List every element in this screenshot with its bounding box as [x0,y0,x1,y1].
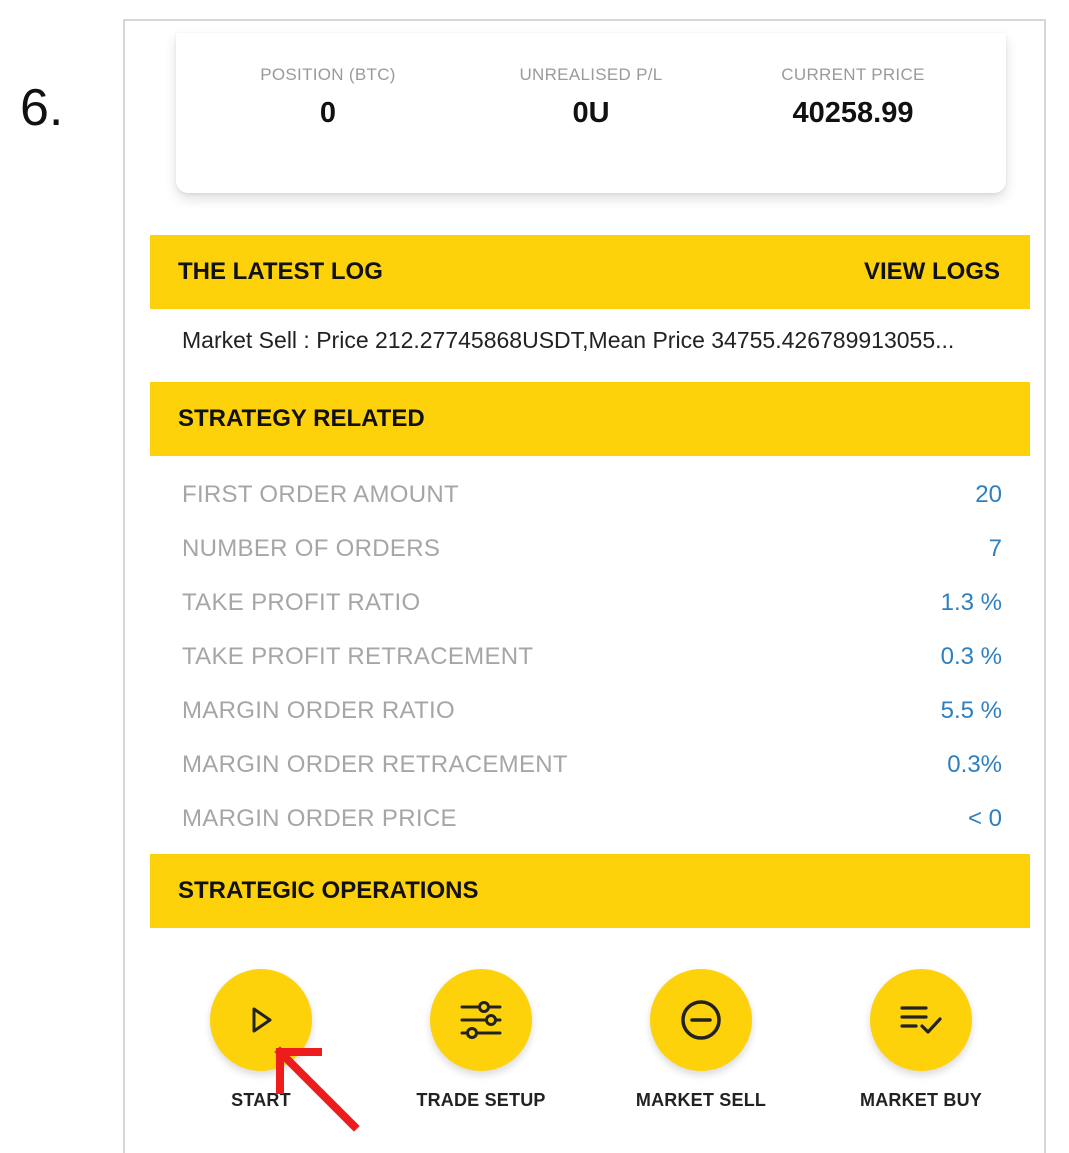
param-label: FIRST ORDER AMOUNT [182,481,459,508]
market-sell-button-label: MARKET SELL [635,1090,767,1110]
position-value: 0 [319,97,337,129]
sliders-icon [460,1001,502,1039]
unrealised-pl-label: UNREALISED P/L [519,65,663,84]
param-value: 0.3% [947,751,1002,778]
market-buy-button-label: MARKET BUY [860,1090,982,1110]
unrealised-pl-value: 0U [572,97,610,129]
market-sell-button-circle[interactable] [650,969,752,1071]
latest-log-title: THE LATEST LOG [178,258,383,285]
position-label: POSITION (BTC) [260,65,396,84]
param-label: TAKE PROFIT RATIO [182,589,421,616]
param-row-take-profit-retracement: TAKE PROFIT RETRACEMENT 0.3 % [182,630,1002,684]
param-row-take-profit-ratio: TAKE PROFIT RATIO 1.3 % [182,576,1002,630]
param-label: NUMBER OF ORDERS [182,535,441,562]
list-check-icon [900,1006,942,1034]
red-arrow-annotation [274,1046,360,1132]
param-row-margin-order-ratio: MARGIN ORDER RATIO 5.5 % [182,684,1002,738]
trade-setup-button-label: TRADE SETUP [416,1090,546,1110]
param-value: 7 [988,535,1002,562]
param-value: 1.3 % [940,589,1002,616]
trade-setup-button-circle[interactable] [430,969,532,1071]
param-row-first-order-amount: FIRST ORDER AMOUNT 20 [182,468,1002,522]
param-label: TAKE PROFIT RETRACEMENT [182,643,534,670]
param-row-margin-order-price: MARGIN ORDER PRICE < 0 [182,792,1002,846]
strategy-related-header: STRATEGY RELATED [150,382,1030,456]
param-row-number-of-orders: NUMBER OF ORDERS 7 [182,522,1002,576]
param-value: 20 [975,481,1002,508]
param-row-margin-order-retracement: MARGIN ORDER RETRACEMENT 0.3% [182,738,1002,792]
strategic-operations-title: STRATEGIC OPERATIONS [178,877,479,904]
current-price-value: 40258.99 [792,97,914,129]
param-value: < 0 [967,805,1002,832]
latest-log-entry: Market Sell : Price 212.27745868USDT,Mea… [182,327,955,353]
latest-log-header: THE LATEST LOG VIEW LOGS [150,235,1030,309]
param-label: MARGIN ORDER RATIO [182,697,455,724]
param-label: MARGIN ORDER PRICE [182,805,457,832]
strategy-param-list: FIRST ORDER AMOUNT 20 NUMBER OF ORDERS 7… [182,468,1002,846]
current-price-label: CURRENT PRICE [781,65,925,84]
view-logs-link[interactable]: VIEW LOGS [864,258,1000,286]
market-sell-button[interactable]: MARKET SELL [591,969,811,1111]
param-value: 0.3 % [940,643,1002,670]
current-price-stat: CURRENT PRICE 40258.99 [723,65,983,130]
unrealised-pl-stat: UNREALISED P/L 0U [461,65,721,130]
app-screen: POSITION (BTC) 0 UNREALISED P/L 0U CURRE… [123,19,1046,1153]
position-stat: POSITION (BTC) 0 [198,65,458,130]
position-summary-card: POSITION (BTC) 0 UNREALISED P/L 0U CURRE… [176,33,1006,193]
minus-circle-icon [681,1000,721,1040]
param-value: 5.5 % [940,697,1002,724]
market-buy-button-circle[interactable] [870,969,972,1071]
step-number: 6. [20,79,64,137]
trade-setup-button[interactable]: TRADE SETUP [371,969,591,1111]
param-label: MARGIN ORDER RETRACEMENT [182,751,568,778]
play-icon [252,1007,272,1033]
strategy-related-title: STRATEGY RELATED [178,405,425,432]
strategic-operations-header: STRATEGIC OPERATIONS [150,854,1030,928]
market-buy-button[interactable]: MARKET BUY [811,969,1031,1111]
